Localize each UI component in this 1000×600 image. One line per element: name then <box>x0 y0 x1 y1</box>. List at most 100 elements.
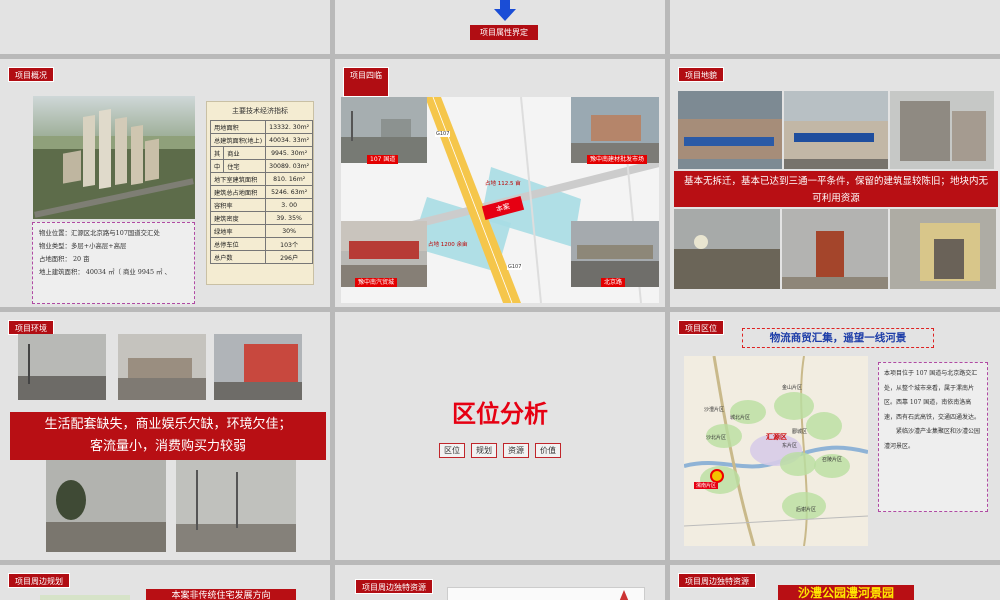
row-value: 3. 00 <box>265 198 314 212</box>
land-photo-4 <box>674 209 780 289</box>
row-value: 810. 16m² <box>265 172 314 186</box>
table-row: 建筑密度 39. 35% <box>209 211 314 225</box>
photo-caption: 北京路 <box>601 278 626 287</box>
section-title: 区位分析 <box>452 400 548 428</box>
map-district-label: 东片区 <box>782 443 798 449</box>
row-value: 30% <box>265 224 314 238</box>
map-district-label: 后谢片区 <box>796 507 817 513</box>
indicator-table: 用地面积 13332. 30m² 总建筑面积(地上) 40034. 33m² 其商业 99… <box>209 120 314 264</box>
map-district-label: 漯南片区 <box>694 482 719 489</box>
slide-tag: 项目环境 <box>8 320 54 335</box>
env-photo-1 <box>18 334 106 400</box>
table-row: 总户数 296户 <box>209 250 314 264</box>
row-label: 住宅 <box>223 159 267 173</box>
slide-tag: 项目周边独特资源 <box>678 573 756 588</box>
slide-tag: 项目周边规划 <box>8 573 70 588</box>
row-value: 40034. 33m² <box>265 133 314 147</box>
table-row: 建筑总占地面积 5246. 63m² <box>209 185 314 199</box>
slide-environment[interactable]: 项目环境 生活配套缺失，商业娱乐欠缺，环境欠佳； 客流量小，消费购买力较弱 <box>0 312 330 560</box>
photo-caption: 豫中南汽贸城 <box>355 278 398 287</box>
env-summary-line1: 生活配套缺失，商业娱乐欠缺，环境欠佳； <box>44 417 292 432</box>
slide-unique-resources-1[interactable]: 项目周边独特资源 <box>335 565 665 600</box>
land-photo-2 <box>784 91 888 169</box>
location-headline: 物流商贸汇集，遥望一线河景 <box>742 328 934 348</box>
land-photo-1 <box>678 91 782 169</box>
land-photo-6 <box>890 209 996 289</box>
slide-project-overview[interactable]: 项目概况 主要技术经济指标 用地面积 13332. 30m² 总建筑面积(地上) 40… <box>0 59 330 307</box>
slide-tag: 项目概况 <box>8 67 54 82</box>
photo-caption: 107 国道 <box>367 155 399 164</box>
slide-unique-resources-2[interactable]: 项目周边独特资源 沙澧公园澧河景园 <box>670 565 1000 600</box>
table-row: 总停车位 103个 <box>209 237 314 251</box>
resource-map-preview <box>447 587 645 600</box>
row-value: 5246. 63m² <box>265 185 314 199</box>
row-label: 总户数 <box>209 250 267 264</box>
slide-top-left <box>0 0 330 54</box>
slide-surrounding-plan[interactable]: 项目周边规划 本案非传统住宅发展方向 <box>0 565 330 600</box>
section-label: 项目属性界定 <box>470 25 538 40</box>
slide-tag: 项目区位 <box>678 320 724 335</box>
env-summary-line2: 客流量小，消费购买力较弱 <box>89 439 246 454</box>
slide-top-right <box>670 0 1000 54</box>
map-district-label: 金山片区 <box>782 385 803 391</box>
map-district-label: 沙澧片区 <box>704 407 725 413</box>
chip-location[interactable]: 区位 <box>439 443 465 458</box>
row-label: 建筑密度 <box>209 211 267 225</box>
indicator-table-panel: 主要技术经济指标 用地面积 13332. 30m² 总建筑面积(地上) 40034. … <box>206 101 314 285</box>
row-value: 30089. 03m² <box>265 159 314 173</box>
land-photo-3 <box>890 91 994 169</box>
env-photo-5 <box>176 460 296 552</box>
down-arrow-icon <box>494 0 516 21</box>
slide-tag: 项目周边独特资源 <box>355 579 433 594</box>
env-photo-3 <box>214 334 302 400</box>
map-label-g107-a: G107 <box>435 131 451 137</box>
row-value: 13332. 30m² <box>265 120 314 134</box>
north-arrow-icon <box>619 590 629 600</box>
table-row: 总建筑面积(地上) 40034. 33m² <box>209 133 314 147</box>
slide-land-condition[interactable]: 项目地貌 基本无拆迁，基本已达到三通一平条件，保留的建筑显较陈旧；地块内无可利用… <box>670 59 1000 307</box>
row-label: 用地面积 <box>209 120 267 134</box>
slide-section-location-analysis[interactable]: 区位分析 区位 规划 资源 价值 <box>335 312 665 560</box>
plan-direction-bar: 本案非传统住宅发展方向 <box>146 589 296 600</box>
table-title: 主要技术经济指标 <box>232 107 288 115</box>
photo-caption: 豫中南建材批发市场 <box>587 155 648 164</box>
map-district-label: 城北片区 <box>730 415 751 421</box>
location-paragraph-1: 本项目位于 107 国道与北京路交汇处，从整个城市来看，属于漯南片区。西靠 10… <box>884 370 981 421</box>
row-value: 296户 <box>265 250 314 264</box>
table-row: 地下室建筑面积 810. 16m² <box>209 172 314 186</box>
row-value: 39. 35% <box>265 211 314 225</box>
map-district-label: 沙北片区 <box>706 435 727 441</box>
row-label: 总停车位 <box>209 237 267 251</box>
row-label: 绿地率 <box>209 224 267 238</box>
table-row: 其商业 9945. 30m² <box>209 146 314 160</box>
chip-planning[interactable]: 规划 <box>471 443 497 458</box>
row-label: 商业 <box>223 146 267 160</box>
photo-building-market <box>571 97 659 163</box>
property-info-box: 物业位置：汇源区北京路与107国道交汇处 物业类型：多层+小高层+高层 占地面积… <box>32 222 195 304</box>
env-photo-2 <box>118 334 206 400</box>
slide-tag: 项目四临 <box>343 67 389 97</box>
env-photo-4 <box>46 460 166 552</box>
slide-surroundings[interactable]: 项目四临 占地 112.5 亩 占地 1200 余亩 G107 G107 本案 … <box>335 59 665 307</box>
plan-map-preview <box>40 595 130 600</box>
row-group-label: 中 <box>209 159 225 173</box>
table-row: 中住宅 30089. 03m² <box>209 159 314 173</box>
section-chips: 区位 规划 资源 价值 <box>335 438 665 458</box>
slide-project-location[interactable]: 项目区位 物流商贸汇集，遥望一线河景 金山片区 城北片区 沙澧片区 汇源区 东片区 郾城区… <box>670 312 1000 560</box>
map-district-label: 郾城区 <box>792 429 808 435</box>
chip-resources[interactable]: 资源 <box>503 443 529 458</box>
row-value: 103个 <box>265 237 314 251</box>
slide-tag: 项目地貌 <box>678 67 724 82</box>
location-description-box: 本项目位于 107 国道与北京路交汇处，从整个城市来看，属于漯南片区。西靠 10… <box>878 362 988 512</box>
chip-value[interactable]: 价值 <box>535 443 561 458</box>
location-paragraph-2: 紧临沙澧产业集聚区和沙澧公园澧河景区。 <box>884 428 981 450</box>
map-label-area2: 占地 1200 余亩 <box>428 242 468 248</box>
row-group-label: 其 <box>209 146 225 160</box>
row-value: 9945. 30m² <box>265 146 314 160</box>
resource-headline-bar: 沙澧公园澧河景园 <box>778 585 914 600</box>
table-row: 绿地率 30% <box>209 224 314 238</box>
building-rendering <box>33 96 195 219</box>
city-map-labels: 金山片区 城北片区 沙澧片区 汇源区 东片区 郾城区 漯南片区 召陵片区 后谢片区 沙北片区 <box>684 356 868 546</box>
land-photo-5 <box>782 209 888 289</box>
row-label: 地下室建筑面积 <box>209 172 267 186</box>
